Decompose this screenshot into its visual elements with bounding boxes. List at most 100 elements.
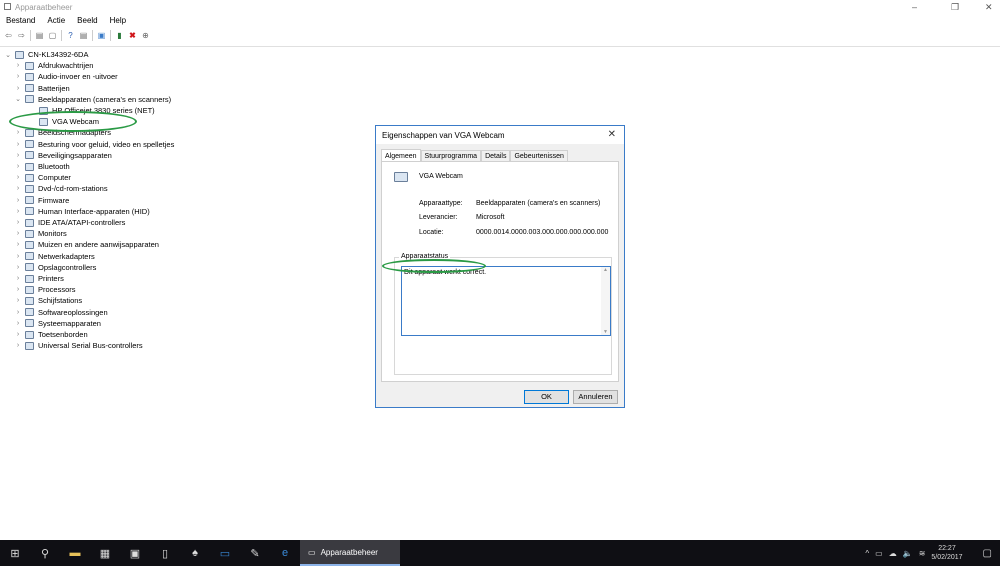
tree-item[interactable]: › Bluetooth — [14, 161, 70, 172]
forward-icon[interactable]: ⇨ — [17, 31, 26, 40]
tree-item[interactable]: › Human Interface-apparaten (HID) — [14, 206, 150, 217]
tree-item[interactable]: › IDE ATA/ATAPI-controllers — [14, 217, 126, 228]
search-icon[interactable]: ⚲ — [30, 547, 60, 560]
menu-beeld[interactable]: Beeld — [71, 15, 103, 27]
chevron-icon[interactable]: › — [14, 320, 22, 327]
chevron-icon[interactable]: › — [14, 219, 22, 226]
clock[interactable]: 22:27 5/02/2017 — [931, 544, 962, 562]
tree-item[interactable]: › Batterijen — [14, 83, 70, 94]
chevron-icon[interactable]: › — [14, 197, 22, 204]
status-textarea[interactable]: Dit apparaat werkt correct. ▲ ▼ — [401, 266, 611, 336]
update-driver-icon[interactable]: ▮ — [115, 31, 124, 40]
file-explorer-icon[interactable]: ▬ — [60, 547, 90, 559]
cancel-button[interactable]: Annuleren — [573, 390, 618, 404]
chevron-up-icon[interactable]: ^ — [865, 549, 869, 558]
store-icon[interactable]: ▣ — [120, 547, 150, 560]
tree-item[interactable]: › Toetsenborden — [14, 329, 88, 340]
tree-item[interactable]: › Firmware — [14, 195, 69, 206]
chevron-icon[interactable]: › — [14, 264, 22, 271]
chevron-icon[interactable]: › — [14, 185, 22, 192]
uninstall-icon[interactable]: ✖ — [128, 31, 137, 40]
tree-item-label: Dvd-/cd-rom-stations — [38, 184, 108, 194]
chevron-icon[interactable]: › — [14, 73, 22, 80]
tree-item-label: Muizen en andere aanwijsapparaten — [38, 240, 159, 250]
chevron-icon[interactable]: › — [14, 85, 22, 92]
chevron-icon[interactable]: › — [14, 342, 22, 349]
wifi-icon[interactable]: ≋ — [919, 549, 926, 558]
tree-item[interactable]: › Audio-invoer en -uitvoer — [14, 71, 118, 82]
chevron-icon[interactable]: › — [14, 275, 22, 282]
properties-icon[interactable]: ▤ — [35, 31, 44, 40]
help-icon[interactable]: ? — [66, 31, 75, 40]
tree-item[interactable]: › Processors — [14, 284, 76, 295]
chevron-icon[interactable]: ⌄ — [4, 51, 12, 59]
tree-item[interactable]: › Beveiligingsapparaten — [14, 150, 112, 161]
tree-item-label: Processors — [38, 285, 76, 295]
scrollbar[interactable]: ▲ ▼ — [601, 267, 610, 335]
calculator-icon[interactable]: ▦ — [90, 547, 120, 560]
volume-icon[interactable]: 🔈 — [903, 549, 913, 558]
solitaire-icon[interactable]: ♠ — [180, 547, 210, 559]
app-icon[interactable]: ▯ — [150, 547, 180, 560]
menu-help[interactable]: Help — [104, 15, 132, 27]
tree-root[interactable]: ⌄ CN-KL34392-6DA — [4, 49, 88, 60]
chevron-icon[interactable]: › — [14, 141, 22, 148]
chevron-icon[interactable]: › — [14, 208, 22, 215]
chevron-icon[interactable]: › — [14, 331, 22, 338]
tree-item[interactable]: › Computer — [14, 172, 71, 183]
notifications-icon[interactable]: ▢ — [983, 548, 992, 559]
tree-item[interactable]: › Systeemapparaten — [14, 318, 101, 329]
battery-icon[interactable]: ▭ — [875, 549, 883, 558]
tree-item-label: Beveiligingsapparaten — [38, 150, 112, 160]
tree-item[interactable]: › Netwerkadapters — [14, 251, 95, 262]
disable-device-icon[interactable]: ⊕ — [141, 31, 150, 40]
device-category-icon — [25, 263, 34, 272]
tree-item[interactable]: › Afdrukwachtrijen — [14, 60, 94, 71]
chevron-icon[interactable]: › — [14, 62, 22, 69]
tree-item[interactable]: › Muizen en andere aanwijsapparaten — [14, 239, 159, 250]
chevron-icon[interactable]: › — [14, 297, 22, 304]
chevron-icon[interactable]: › — [14, 174, 22, 181]
webcam-icon — [394, 172, 408, 182]
tree-item[interactable]: › Printers — [14, 273, 64, 284]
highlight-ellipse — [9, 111, 137, 132]
device-category-icon — [25, 341, 34, 350]
onedrive-icon[interactable]: ☁ — [889, 549, 897, 558]
chevron-icon[interactable]: › — [14, 163, 22, 170]
paint-icon[interactable]: ✎ — [240, 547, 270, 560]
tree-item[interactable]: › Besturing voor geluid, video en spellet… — [14, 139, 175, 150]
chevron-icon[interactable]: ⌄ — [14, 95, 22, 103]
tree-item[interactable]: › Dvd-/cd-rom-stations — [14, 183, 108, 194]
back-icon[interactable]: ⇦ — [4, 31, 13, 40]
maximize-button[interactable]: ❐ — [951, 2, 959, 13]
pane-icon[interactable]: ▤ — [79, 31, 88, 40]
chevron-icon[interactable]: › — [14, 230, 22, 237]
tree-item-label: Universal Serial Bus-controllers — [38, 341, 143, 351]
tree-item[interactable]: › Softwareoplossingen — [14, 307, 108, 318]
tree-item[interactable]: ⌄ Beeldapparaten (camera's en scanners) — [14, 94, 171, 105]
menu-actie[interactable]: Actie — [41, 15, 71, 27]
tree-item[interactable]: › Universal Serial Bus-controllers — [14, 340, 143, 351]
ok-button[interactable]: OK — [524, 390, 569, 404]
chevron-icon[interactable]: › — [14, 253, 22, 260]
start-icon[interactable]: ⊞ — [0, 547, 30, 560]
scan-hardware-icon[interactable]: ▣ — [97, 31, 106, 40]
chevron-icon[interactable]: › — [14, 241, 22, 248]
tree-item-label: Systeemapparaten — [38, 318, 101, 328]
menu-bar: Bestand Actie Beeld Help — [0, 15, 132, 27]
tree-item[interactable]: › Monitors — [14, 228, 67, 239]
chevron-icon[interactable]: › — [14, 309, 22, 316]
chevron-icon[interactable]: › — [14, 129, 22, 136]
dialog-close-button[interactable]: ✕ — [608, 129, 616, 140]
menu-bestand[interactable]: Bestand — [0, 15, 41, 27]
taskbar-device-manager[interactable]: ▭ Apparaatbeheer — [300, 540, 400, 566]
minimize-button[interactable]: – — [912, 2, 917, 12]
tree-item[interactable]: › Schijfstations — [14, 295, 82, 306]
chevron-icon[interactable]: › — [14, 152, 22, 159]
view-icon[interactable]: ▢ — [48, 31, 57, 40]
edge-icon[interactable]: e — [270, 547, 300, 559]
tree-item[interactable]: › Opslagcontrollers — [14, 262, 97, 273]
app-icon[interactable]: ▭ — [210, 547, 240, 560]
chevron-icon[interactable]: › — [14, 286, 22, 293]
close-button[interactable]: ✕ — [985, 2, 993, 13]
